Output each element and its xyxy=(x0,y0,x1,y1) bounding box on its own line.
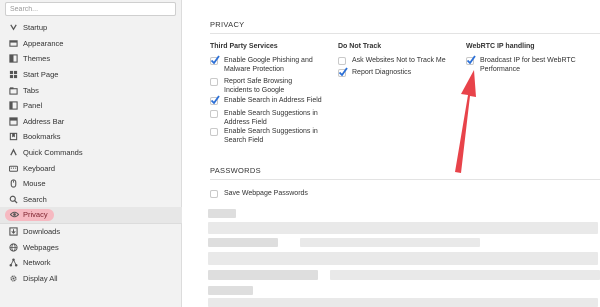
arrow-shape xyxy=(455,70,476,173)
annotation-arrow xyxy=(455,70,476,173)
